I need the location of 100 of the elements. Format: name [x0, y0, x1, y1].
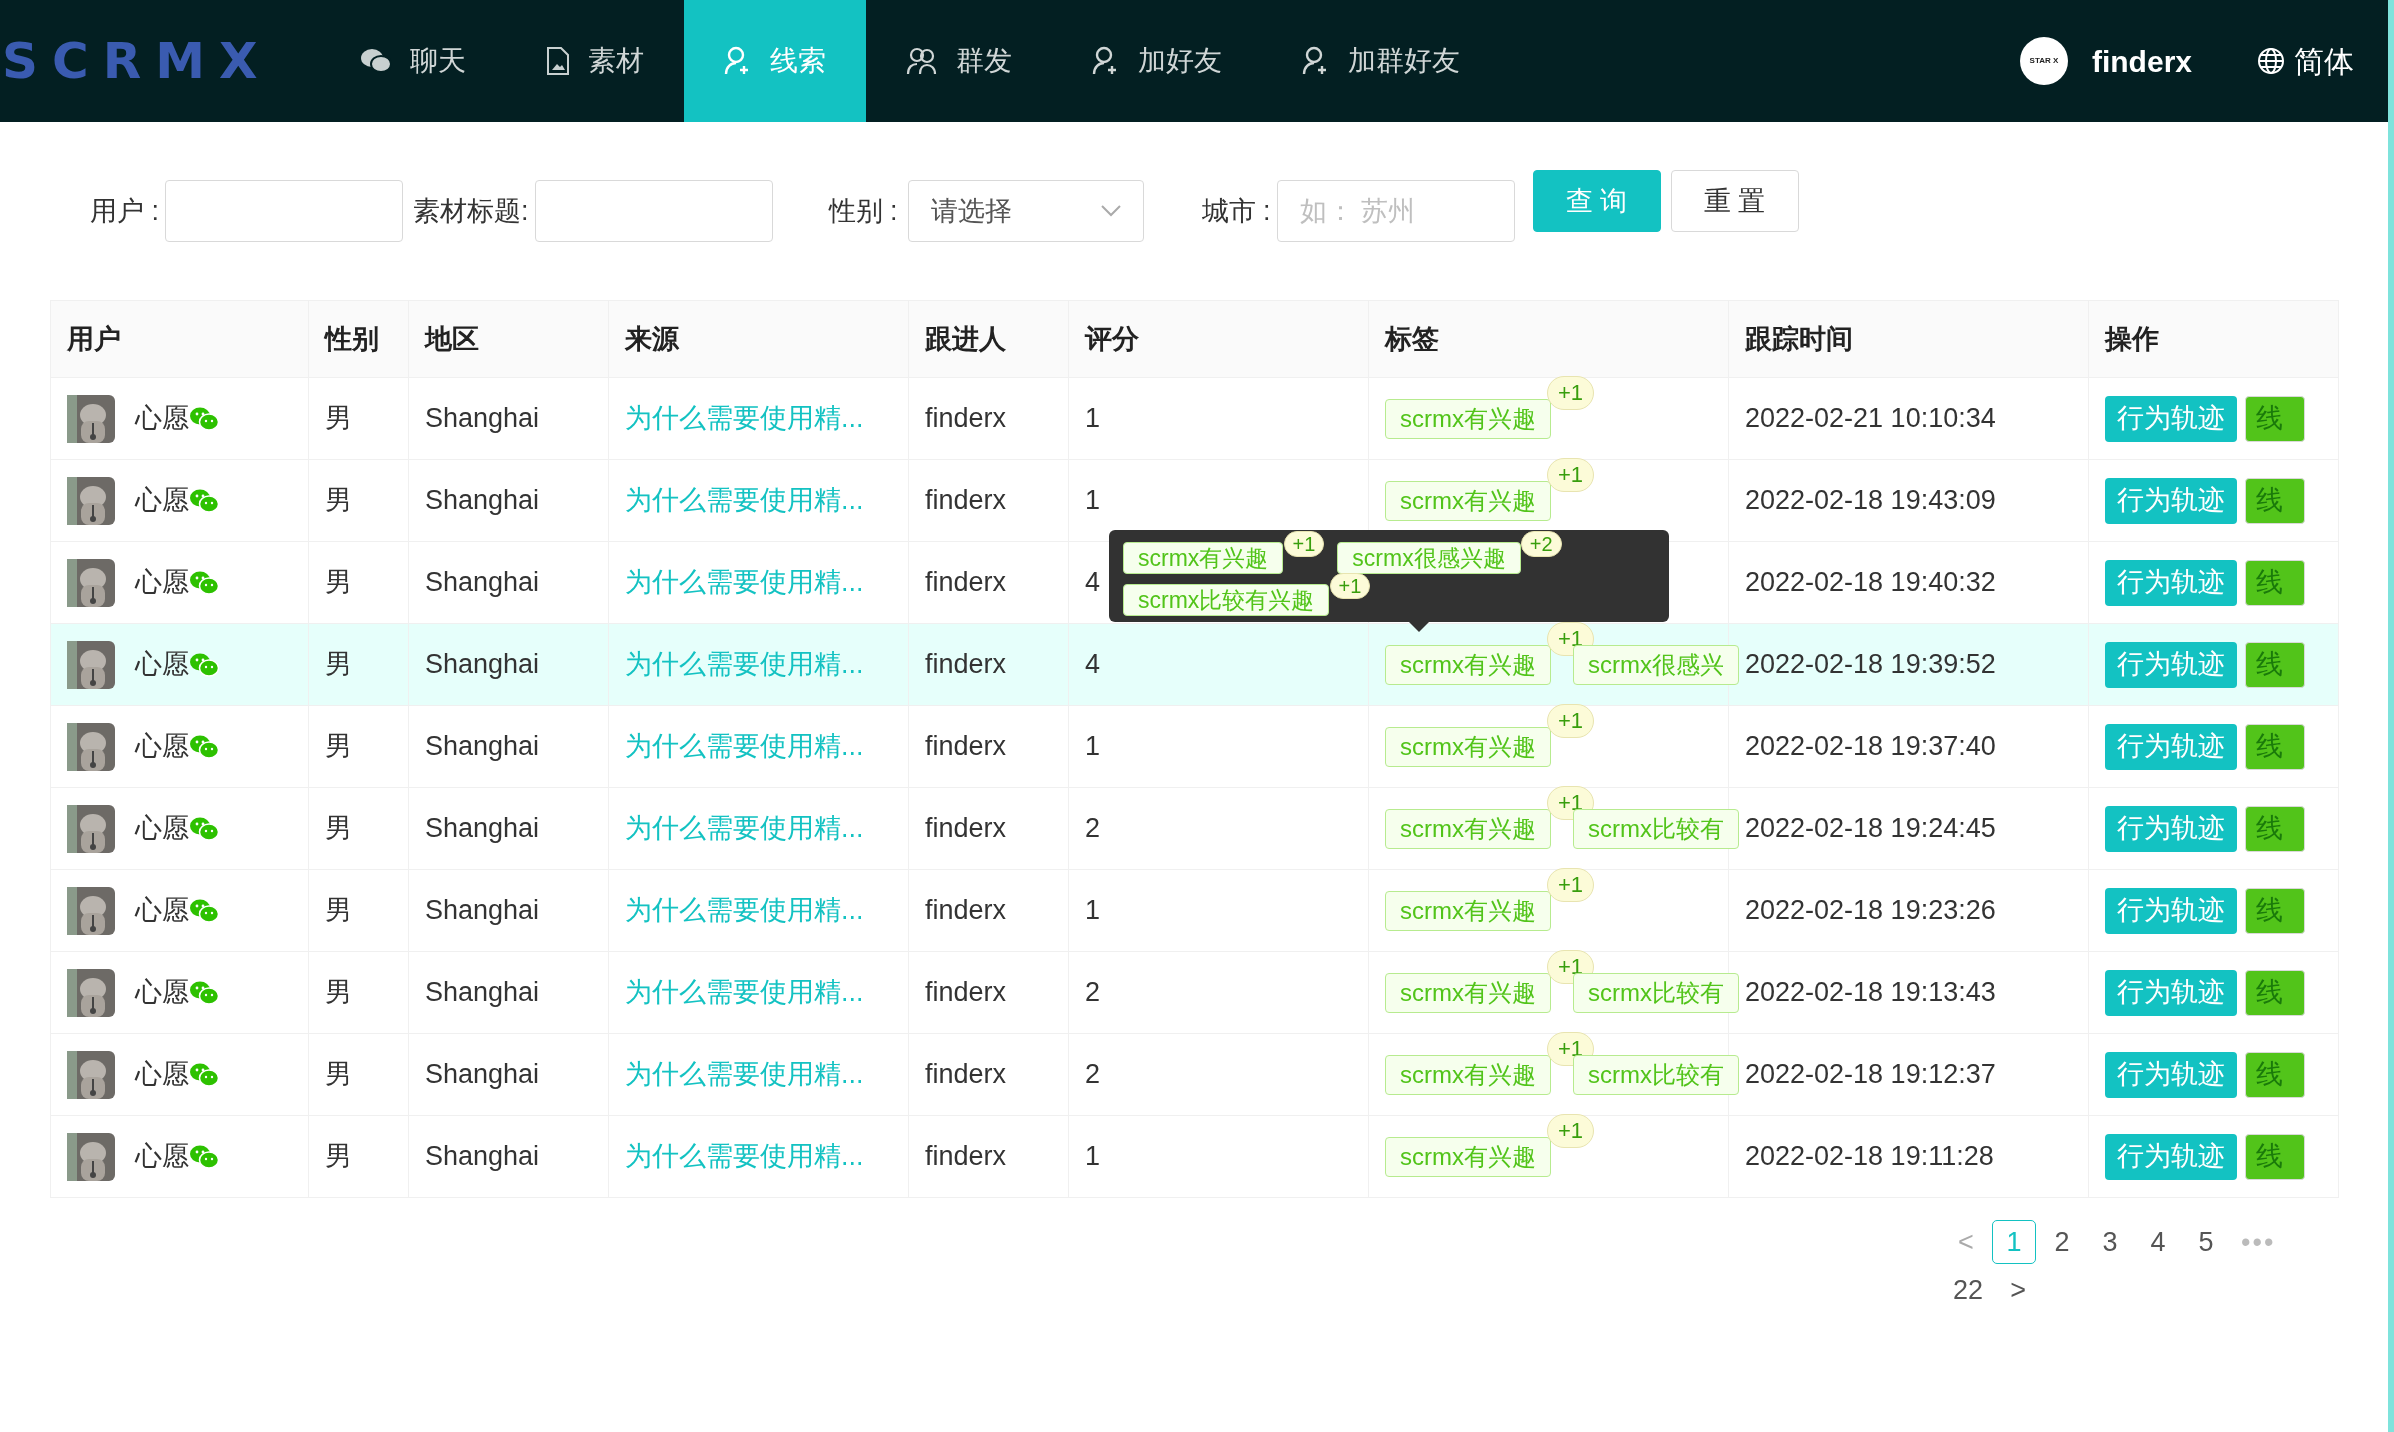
- column-header: 跟踪时间: [1728, 300, 2089, 378]
- track-button[interactable]: 行为轨迹: [2105, 723, 2237, 770]
- user-name: 心愿: [135, 1140, 189, 1174]
- track-button[interactable]: 行为轨迹: [2105, 1133, 2237, 1180]
- page-button[interactable]: 3: [2088, 1220, 2132, 1264]
- track-button[interactable]: 行为轨迹: [2105, 805, 2237, 852]
- column-header: 标签: [1368, 300, 1729, 378]
- table-cell: 男: [308, 1115, 409, 1198]
- chat-bubbles-icon: [189, 979, 219, 1006]
- column-header: 跟进人: [908, 300, 1069, 378]
- user-name: 心愿: [135, 648, 189, 682]
- table-cell: Shanghai: [408, 705, 609, 788]
- table-cell: finderx: [908, 951, 1069, 1034]
- scrollbar[interactable]: [2388, 0, 2394, 1432]
- next-page-button[interactable]: >: [1996, 1268, 2041, 1312]
- track-button[interactable]: 行为轨迹: [2105, 477, 2237, 524]
- track-button[interactable]: 行为轨迹: [2105, 1051, 2237, 1098]
- lead-button[interactable]: 线: [2245, 723, 2305, 770]
- nav-tab[interactable]: 线索: [684, 0, 866, 122]
- lead-button[interactable]: 线: [2245, 477, 2305, 524]
- table-cell: Shanghai: [408, 1115, 609, 1198]
- table-cell: Shanghai: [408, 787, 609, 870]
- table-cell: 2022-02-18 19:43:09: [1728, 459, 2089, 542]
- users-icon: [906, 46, 938, 76]
- count-badge: +1: [1546, 867, 1594, 902]
- table-cell: 男: [308, 787, 409, 870]
- column-header: 评分: [1068, 300, 1369, 378]
- lead-button[interactable]: 线: [2245, 395, 2305, 442]
- table-cell: finderx: [908, 623, 1069, 706]
- table-cell: Shanghai: [408, 377, 609, 460]
- user-name: 心愿: [135, 1058, 189, 1092]
- gender-select[interactable]: 请选择: [907, 180, 1144, 242]
- input-field[interactable]: [165, 180, 403, 242]
- table-cell: 2022-02-18 19:37:40: [1728, 705, 2089, 788]
- prev-page-button[interactable]: <: [1944, 1220, 1988, 1264]
- table-cell: Shanghai: [408, 1033, 609, 1116]
- table-cell: finderx: [908, 459, 1069, 542]
- user-avatar[interactable]: STAR X: [2019, 37, 2068, 85]
- table-cell: 男: [308, 623, 409, 706]
- table-cell: 男: [308, 459, 409, 542]
- input-field[interactable]: 如： 苏州: [1276, 180, 1515, 242]
- track-button[interactable]: 行为轨迹: [2105, 969, 2237, 1016]
- reset-button[interactable]: 重 置: [1670, 170, 1799, 232]
- nav-tab[interactable]: 聊天: [320, 0, 506, 122]
- count-badge: +1: [1329, 573, 1371, 599]
- lead-button[interactable]: 线: [2245, 969, 2305, 1016]
- table-cell: 1: [1068, 705, 1369, 788]
- track-button[interactable]: 行为轨迹: [2105, 395, 2237, 442]
- field-label: 素材标题:: [413, 195, 529, 228]
- input-field[interactable]: [534, 180, 773, 242]
- table-cell: Shanghai: [408, 623, 609, 706]
- lead-button[interactable]: 线: [2245, 805, 2305, 852]
- track-button[interactable]: 行为轨迹: [2105, 641, 2237, 688]
- page-button[interactable]: 5: [2184, 1220, 2228, 1264]
- nav-tab[interactable]: 群发: [866, 0, 1052, 122]
- chevron-down-icon: [1100, 205, 1121, 217]
- more-pages-button[interactable]: •••: [2232, 1220, 2285, 1264]
- track-button[interactable]: 行为轨迹: [2105, 887, 2237, 934]
- nav-tab[interactable]: 加群好友: [1262, 0, 1500, 122]
- table-cell: finderx: [908, 869, 1069, 952]
- table-cell: Shanghai: [408, 951, 609, 1034]
- table-cell: 男: [308, 705, 409, 788]
- track-button[interactable]: 行为轨迹: [2105, 559, 2237, 606]
- table-cell: finderx: [908, 1115, 1069, 1198]
- table-cell: 2: [1068, 1033, 1369, 1116]
- count-badge: +1: [1546, 1113, 1594, 1148]
- column-header: 操作: [2088, 300, 2339, 378]
- user-name[interactable]: finderx: [2091, 38, 2192, 84]
- search-button[interactable]: 查 询: [1532, 170, 1661, 232]
- lead-button[interactable]: 线: [2245, 887, 2305, 934]
- table-cell: finderx: [908, 1033, 1069, 1116]
- chat-bubbles-icon: [189, 487, 219, 514]
- page-button[interactable]: 1: [1992, 1220, 2036, 1264]
- table-cell: finderx: [908, 541, 1069, 624]
- user-name: 心愿: [135, 402, 189, 436]
- lead-button[interactable]: 线: [2245, 641, 2305, 688]
- lead-button[interactable]: 线: [2245, 1051, 2305, 1098]
- page-button[interactable]: 22: [1944, 1268, 1993, 1312]
- logo: SCRMX: [1, 36, 273, 86]
- page-button[interactable]: 4: [2136, 1220, 2180, 1264]
- lead-button[interactable]: 线: [2245, 1133, 2305, 1180]
- table-cell: Shanghai: [408, 869, 609, 952]
- table-cell: 2022-02-18 19:24:45: [1728, 787, 2089, 870]
- count-badge: +1: [1546, 457, 1594, 492]
- user-name: 心愿: [135, 894, 189, 928]
- chat-bubbles-icon: [189, 815, 219, 842]
- table-cell: finderx: [908, 787, 1069, 870]
- count-badge: +1: [1546, 703, 1594, 738]
- nav-tab[interactable]: 加好友: [1052, 0, 1262, 122]
- chat-bubbles-icon: [189, 405, 219, 432]
- nav-tab[interactable]: 素材: [506, 0, 684, 122]
- page-button[interactable]: 2: [2040, 1220, 2084, 1264]
- language-selector[interactable]: 简体: [2256, 38, 2354, 84]
- table-cell: 2022-02-21 10:10:34: [1728, 377, 2089, 460]
- table-cell: finderx: [908, 705, 1069, 788]
- lead-button[interactable]: 线: [2245, 559, 2305, 606]
- column-header: 地区: [408, 300, 609, 378]
- table-cell: 2022-02-18 19:13:43: [1728, 951, 2089, 1034]
- table-cell: 2: [1068, 951, 1369, 1034]
- table-cell: 2022-02-18 19:23:26: [1728, 869, 2089, 952]
